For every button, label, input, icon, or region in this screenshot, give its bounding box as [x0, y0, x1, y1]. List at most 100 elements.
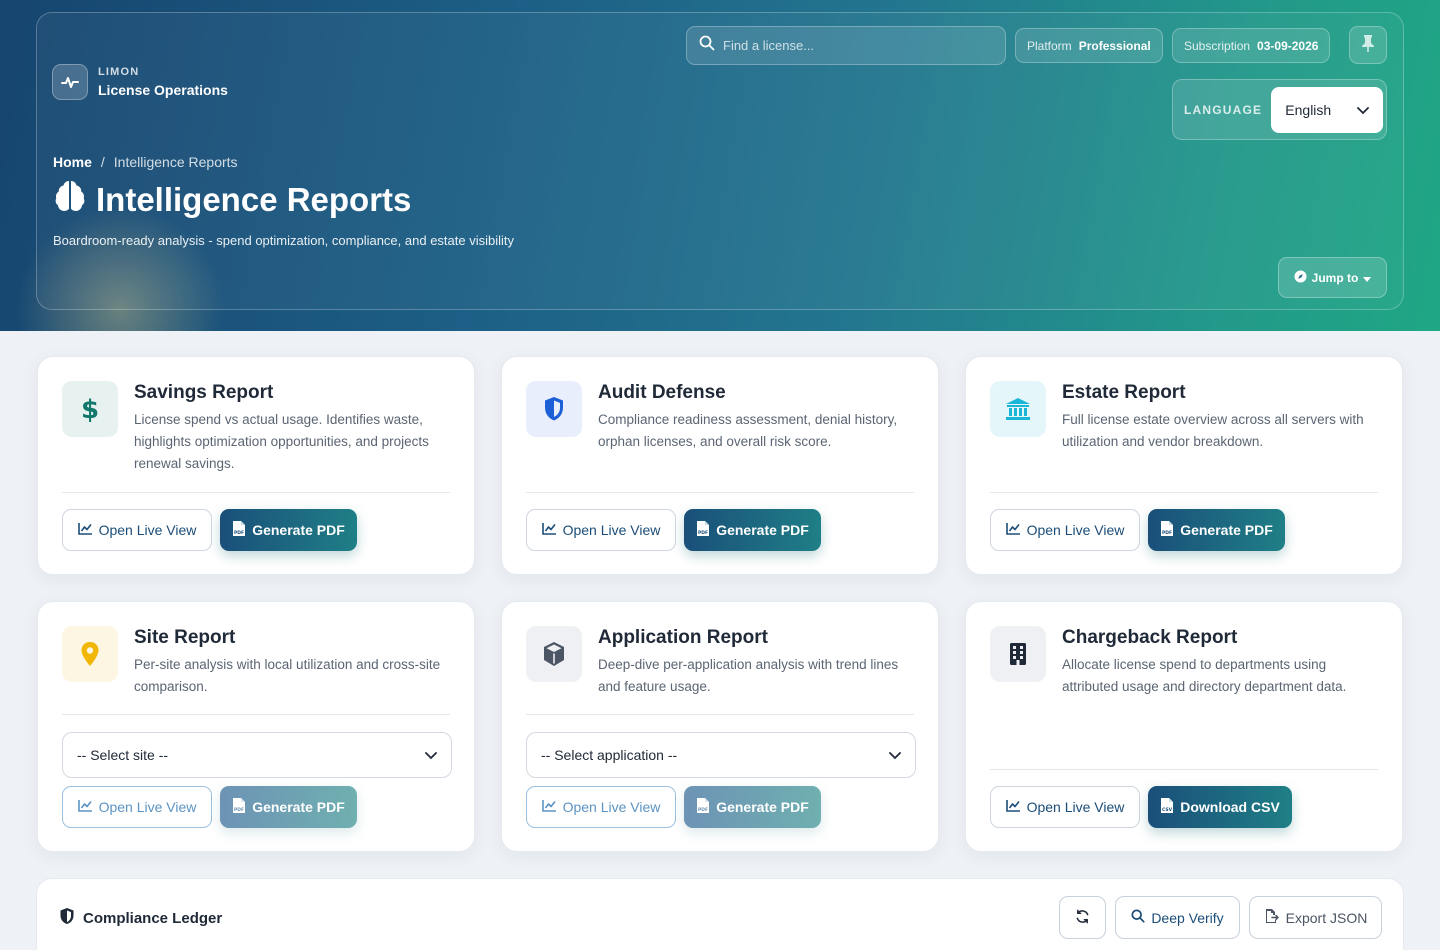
site-generate-pdf-button[interactable]: PDF Generate PDF	[220, 786, 357, 828]
jump-to-label: Jump to	[1311, 270, 1359, 285]
card-divider	[526, 714, 914, 715]
compass-icon	[1294, 269, 1307, 286]
ledger-title-text: Compliance Ledger	[83, 909, 223, 927]
card-title: Savings Report	[134, 382, 274, 403]
button-label: Open Live View	[1026, 799, 1125, 815]
card-description: Allocate license spend to departments us…	[1062, 657, 1347, 694]
subscription-value: 03-09-2026	[1257, 38, 1319, 53]
card-description: Deep-dive per-application analysis with …	[598, 657, 899, 694]
building-columns-icon	[990, 381, 1046, 437]
application-report-card: Application Report Deep-dive per-applica…	[501, 601, 939, 852]
button-label: Open Live View	[98, 799, 197, 815]
application-select-value: -- Select application --	[541, 747, 678, 763]
deep-verify-label: Deep Verify	[1151, 909, 1224, 926]
chargeback-open-live-view-button[interactable]: Open Live View	[990, 786, 1140, 828]
card-divider	[62, 714, 450, 715]
chevron-down-icon	[889, 747, 901, 763]
shield-icon	[59, 907, 75, 929]
platform-badge: Platform Professional	[1015, 28, 1163, 63]
card-divider	[990, 769, 1378, 770]
button-label: Generate PDF	[252, 799, 345, 815]
svg-text:PDF: PDF	[1162, 530, 1172, 536]
savings-open-live-view-button[interactable]: Open Live View	[62, 509, 212, 551]
application-select[interactable]: -- Select application --	[526, 732, 916, 778]
button-label: Download CSV	[1180, 799, 1280, 815]
chargeback-download-csv-button[interactable]: CSV Download CSV	[1148, 786, 1292, 828]
chevron-down-icon	[425, 747, 437, 763]
file-pdf-icon: PDF	[232, 797, 246, 817]
card-title: Application Report	[598, 627, 768, 648]
compliance-ledger-panel: Compliance Ledger Deep Verify Export JSO…	[36, 878, 1404, 950]
search-input[interactable]	[723, 38, 983, 53]
building-icon	[990, 626, 1046, 682]
language-dropdown[interactable]: English	[1271, 86, 1384, 133]
pin-button[interactable]	[1349, 26, 1387, 64]
pulse-logo-icon	[52, 64, 88, 100]
export-json-label: Export JSON	[1285, 909, 1368, 926]
subscription-badge: Subscription 03-09-2026	[1172, 28, 1331, 63]
breadcrumb: Home / Intelligence Reports	[53, 154, 238, 170]
card-divider	[990, 492, 1378, 493]
card-title: Audit Defense	[598, 382, 726, 403]
card-title: Chargeback Report	[1062, 627, 1238, 648]
license-search[interactable]	[686, 26, 1006, 65]
audit-generate-pdf-button[interactable]: PDF Generate PDF	[684, 509, 821, 551]
svg-text:PDF: PDF	[698, 530, 708, 536]
page-title-text: Intelligence Reports	[96, 181, 412, 218]
button-label: Generate PDF	[252, 522, 345, 538]
application-open-live-view-button[interactable]: Open Live View	[526, 786, 676, 828]
refresh-button[interactable]	[1059, 896, 1106, 939]
subscription-label: Subscription	[1184, 38, 1251, 53]
card-description: License spend vs actual usage. Identifie…	[134, 412, 429, 471]
savings-generate-pdf-button[interactable]: PDF Generate PDF	[220, 509, 357, 551]
jump-to-button[interactable]: Jump to	[1278, 257, 1387, 298]
estate-open-live-view-button[interactable]: Open Live View	[990, 509, 1140, 551]
ledger-title: Compliance Ledger	[59, 907, 222, 929]
card-description: Compliance readiness assessment, denial …	[598, 412, 898, 449]
card-divider	[526, 492, 914, 493]
breadcrumb-home[interactable]: Home	[53, 154, 92, 170]
svg-text:$: $	[81, 395, 99, 424]
svg-text:PDF: PDF	[698, 807, 708, 813]
breadcrumb-current: Intelligence Reports	[113, 154, 238, 170]
site-open-live-view-button[interactable]: Open Live View	[62, 786, 212, 828]
caret-down-icon	[1363, 271, 1372, 285]
chargeback-report-card: Chargeback Report Allocate license spend…	[965, 601, 1403, 852]
button-label: Open Live View	[562, 799, 661, 815]
file-export-icon	[1264, 908, 1280, 927]
export-json-button[interactable]: Export JSON	[1249, 896, 1382, 939]
chevron-down-icon	[1357, 102, 1370, 118]
svg-text:CSV: CSV	[1162, 807, 1173, 813]
breadcrumb-separator: /	[100, 154, 105, 170]
cube-icon	[526, 626, 582, 682]
chart-line-icon	[541, 799, 557, 815]
deep-verify-button[interactable]: Deep Verify	[1115, 896, 1240, 939]
file-pdf-icon: PDF	[696, 797, 710, 817]
brand[interactable]: LIMON License Operations	[52, 64, 228, 100]
card-description: Per-site analysis with local utilization…	[134, 657, 441, 694]
audit-open-live-view-button[interactable]: Open Live View	[526, 509, 676, 551]
magnifier-icon	[1131, 909, 1145, 926]
site-select[interactable]: -- Select site --	[62, 732, 452, 778]
estate-generate-pdf-button[interactable]: PDF Generate PDF	[1148, 509, 1285, 551]
brain-icon	[52, 178, 88, 222]
file-csv-icon: CSV	[1160, 797, 1174, 817]
card-description: Full license estate overview across all …	[1062, 412, 1364, 449]
button-label: Open Live View	[1026, 522, 1125, 538]
platform-label: Platform	[1027, 38, 1072, 53]
button-label: Open Live View	[562, 522, 661, 538]
search-icon	[699, 35, 715, 56]
chart-line-icon	[1005, 799, 1021, 815]
language-label: LANGUAGE	[1184, 102, 1263, 117]
brand-eyebrow: LIMON	[98, 66, 140, 78]
platform-value: Professional	[1078, 38, 1151, 53]
application-generate-pdf-button[interactable]: PDF Generate PDF	[684, 786, 821, 828]
button-label: Generate PDF	[1180, 522, 1273, 538]
shield-icon	[526, 381, 582, 437]
language-value: English	[1285, 101, 1332, 118]
chart-line-icon	[77, 799, 93, 815]
card-title: Estate Report	[1062, 382, 1186, 403]
file-pdf-icon: PDF	[1160, 520, 1174, 540]
dollar-icon: $	[62, 381, 118, 437]
refresh-icon	[1075, 909, 1090, 927]
